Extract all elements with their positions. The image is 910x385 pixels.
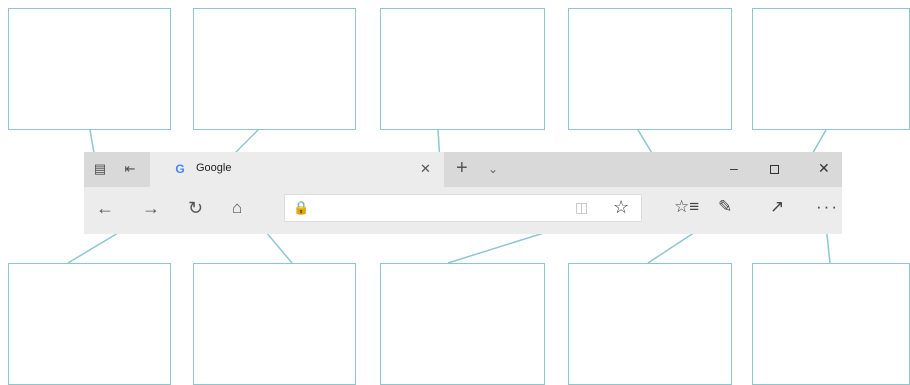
plus-icon[interactable]: + <box>456 158 468 178</box>
home-icon[interactable]: ⌂ <box>232 198 242 218</box>
ellipsis-icon[interactable]: ··· <box>816 197 839 217</box>
browser-window: ▤ ⇤ G Google ✕ + ⌄ – ✕ ← → ↻ ⌂ 🔒 ◫ ☆ ☆≡ … <box>84 152 842 234</box>
window-close-icon[interactable]: ✕ <box>818 160 830 177</box>
callout-box-top-4 <box>568 8 732 130</box>
tab-title: Google <box>196 162 232 174</box>
callout-box-top-3 <box>380 8 545 130</box>
callout-box-top-5 <box>752 8 910 130</box>
restore-icon[interactable] <box>770 165 779 174</box>
star-icon[interactable]: ☆ <box>613 197 629 218</box>
close-icon[interactable]: ✕ <box>420 161 431 177</box>
show-aside-tabs-icon[interactable]: ⇤ <box>122 161 138 177</box>
callout-box-bottom-4 <box>568 263 732 385</box>
tab-bar: ▤ ⇤ G Google ✕ + ⌄ – ✕ <box>84 152 842 187</box>
pen-icon[interactable]: ✎ <box>718 197 732 217</box>
reading-view-icon[interactable]: ◫ <box>575 199 588 216</box>
tab-google[interactable] <box>150 152 444 187</box>
lock-icon: 🔒 <box>293 200 310 215</box>
arrow-left-icon[interactable]: ← <box>96 198 114 218</box>
refresh-icon[interactable]: ↻ <box>188 198 203 218</box>
share-icon[interactable]: ↗ <box>770 197 784 217</box>
callout-box-bottom-1 <box>8 263 171 385</box>
chevron-down-icon[interactable]: ⌄ <box>488 161 498 177</box>
tabs-aside-icon[interactable]: ▤ <box>92 161 108 177</box>
callout-box-bottom-5 <box>752 263 910 385</box>
callout-box-bottom-3 <box>380 263 545 385</box>
callout-box-top-2 <box>193 8 356 130</box>
callout-box-bottom-2 <box>193 263 356 385</box>
address-bar[interactable]: 🔒 ◫ ☆ <box>284 194 642 222</box>
arrow-right-icon[interactable]: → <box>142 198 160 218</box>
callout-box-top-1 <box>8 8 171 130</box>
favorites-hub-icon[interactable]: ☆≡ <box>674 197 699 217</box>
minimize-icon[interactable]: – <box>730 160 738 176</box>
google-favicon-icon: G <box>175 162 185 176</box>
